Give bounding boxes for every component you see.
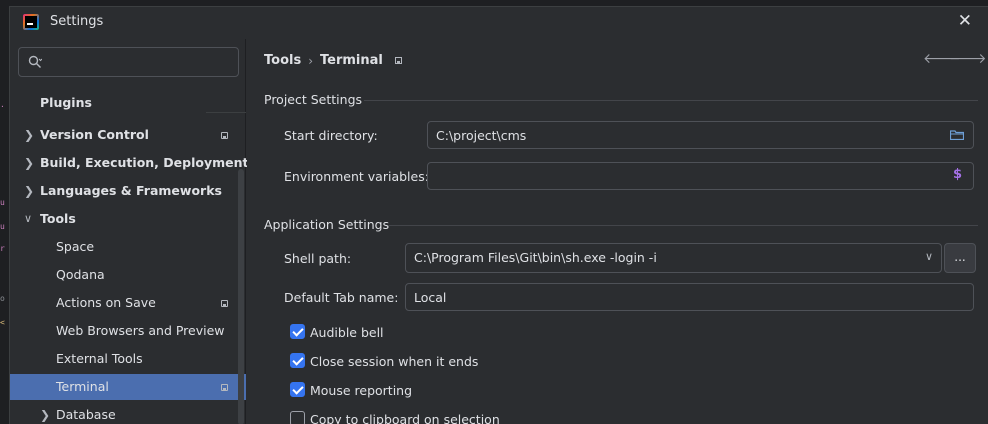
sidebar-scrollbar[interactable] — [238, 169, 244, 424]
section-divider — [364, 100, 978, 101]
sidebar-item-web-browsers-preview[interactable]: Web Browsers and Preview — [10, 318, 246, 344]
sidebar-item-actions-on-save[interactable]: Actions on Save — [10, 290, 246, 316]
sidebar-item-tools[interactable]: ∨ Tools — [10, 206, 246, 232]
sidebar-item-space[interactable]: Space — [10, 234, 246, 260]
app-logo-icon — [23, 14, 39, 30]
shell-path-label: Shell path: — [284, 251, 352, 266]
mouse-reporting-label[interactable]: Mouse reporting — [310, 383, 412, 398]
project-level-icon — [394, 57, 402, 64]
close-session-label[interactable]: Close session when it ends — [310, 354, 478, 369]
chevron-right-icon[interactable]: ❯ — [40, 402, 50, 424]
dollar-icon[interactable]: $ — [953, 167, 962, 182]
default-tab-name-field[interactable]: Local — [405, 283, 974, 311]
audible-bell-checkbox[interactable] — [290, 324, 305, 339]
chevron-right-icon[interactable]: ❯ — [24, 122, 34, 148]
start-directory-label: Start directory: — [284, 128, 378, 143]
settings-content: Tools › Terminal 🡐 🡒 Project Settings Star… — [247, 39, 988, 424]
sidebar-item-languages-frameworks[interactable]: ❯ Languages & Frameworks — [10, 178, 246, 204]
breadcrumb-separator: › — [308, 53, 314, 68]
breadcrumb-parent[interactable]: Tools — [264, 53, 301, 68]
forward-arrow-icon[interactable]: 🡒 — [949, 50, 987, 67]
editor-fragment: u — [0, 222, 5, 231]
audible-bell-label[interactable]: Audible bell — [310, 325, 384, 340]
chevron-right-icon[interactable]: ❯ — [24, 178, 34, 204]
sidebar-item-version-control[interactable]: ❯ Version Control — [10, 122, 246, 148]
sidebar-item-plugins[interactable]: Plugins — [10, 90, 246, 116]
breadcrumb: Tools › Terminal — [264, 53, 402, 68]
breadcrumb-current: Terminal — [320, 53, 383, 68]
sidebar-item-build-execution-deployment[interactable]: ❯ Build, Execution, Deployment — [10, 150, 248, 176]
title-bar: Settings ✕ — [10, 7, 988, 39]
editor-fragment: o — [0, 294, 5, 303]
shell-path-browse-button[interactable]: ... — [944, 243, 976, 273]
chevron-right-icon[interactable]: ❯ — [24, 150, 34, 176]
dialog-title: Settings — [50, 14, 104, 29]
close-session-checkbox[interactable] — [290, 353, 305, 368]
close-icon[interactable]: ✕ — [958, 11, 972, 31]
start-directory-field[interactable]: C:\project\cms — [427, 121, 974, 149]
default-tab-name-label: Default Tab name: — [284, 290, 399, 305]
sidebar-item-database[interactable]: ❯ Database — [10, 402, 246, 424]
editor-fragment: < — [0, 318, 5, 327]
search-icon — [28, 55, 42, 68]
section-title-application-settings: Application Settings — [264, 217, 390, 232]
sidebar-item-external-tools[interactable]: External Tools — [10, 346, 246, 372]
settings-sidebar: Plugins ❯ Version Control ❯ Build, Execu… — [10, 39, 248, 424]
section-divider — [388, 225, 978, 226]
project-level-icon — [221, 132, 228, 139]
chevron-down-icon[interactable]: ∨ — [24, 206, 32, 232]
editor-fragment: u — [0, 198, 5, 207]
copy-on-selection-label[interactable]: Copy to clipboard on selection — [310, 412, 500, 424]
mouse-reporting-checkbox[interactable] — [290, 382, 305, 397]
folder-icon[interactable] — [950, 130, 964, 140]
project-level-icon — [221, 384, 228, 391]
sidebar-item-qodana[interactable]: Qodana — [10, 262, 246, 288]
environment-variables-field[interactable]: $ — [427, 162, 974, 190]
editor-fragment: r — [0, 244, 5, 253]
settings-search-input[interactable] — [18, 47, 239, 77]
background-editor-strip: . u u r o < — [0, 0, 9, 424]
editor-fragment: . — [0, 100, 5, 109]
project-level-icon — [221, 300, 228, 307]
chevron-down-icon[interactable]: ∨ — [925, 250, 933, 263]
environment-variables-label: Environment variables: — [284, 169, 429, 184]
section-title-project-settings: Project Settings — [264, 92, 363, 107]
copy-on-selection-checkbox[interactable] — [290, 411, 305, 424]
settings-dialog: Settings ✕ Plugins ❯ Version Control ❯ B… — [9, 6, 988, 424]
shell-path-combobox[interactable]: C:\Program Files\Git\bin\sh.exe -login -… — [405, 243, 942, 273]
sidebar-item-terminal[interactable]: Terminal — [10, 374, 246, 400]
